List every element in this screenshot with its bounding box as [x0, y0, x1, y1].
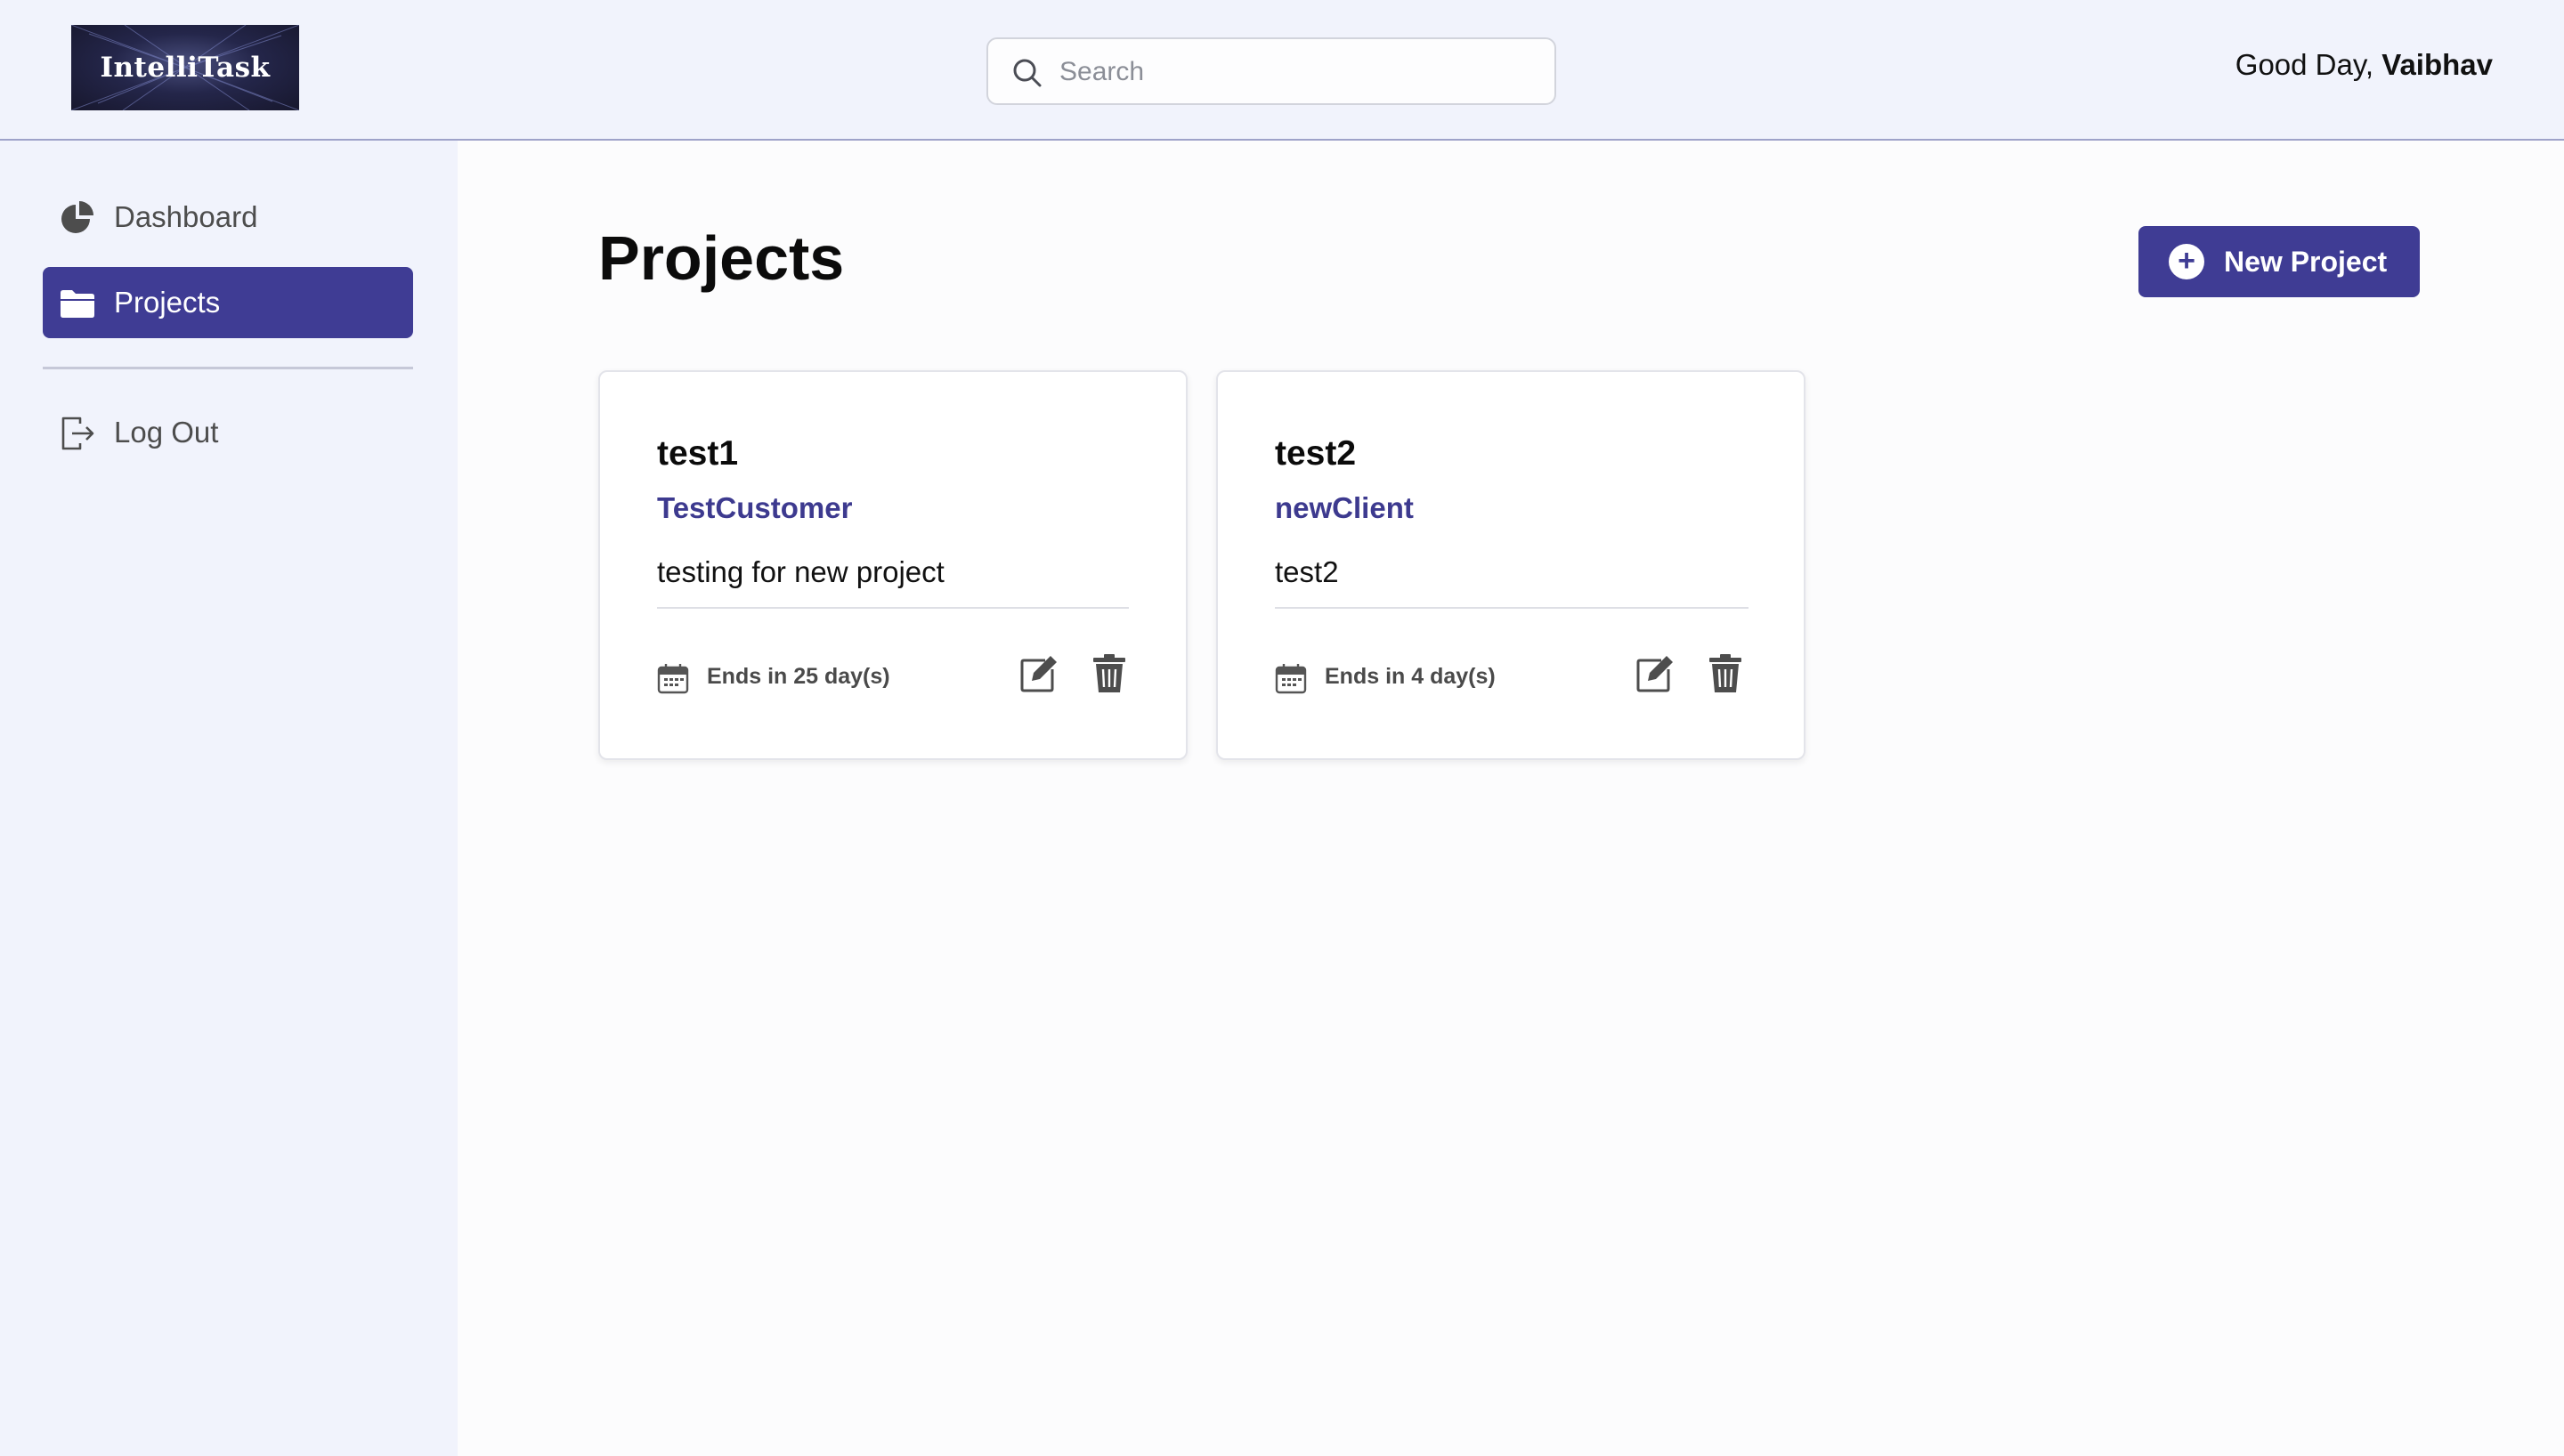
logout-icon — [61, 417, 94, 450]
new-project-label: New Project — [2224, 246, 2388, 278]
card-divider — [657, 607, 1129, 609]
search-icon — [1013, 59, 1042, 87]
greeting-prefix: Good Day, — [2235, 48, 2374, 81]
sidebar-divider — [43, 367, 413, 369]
search-input[interactable] — [1059, 52, 1540, 93]
pie-chart-icon — [61, 201, 93, 233]
trash-icon[interactable] — [1091, 653, 1127, 694]
app-logo[interactable]: IntelliTask — [71, 25, 299, 110]
sidebar-item-logout[interactable]: Log Out — [43, 397, 413, 468]
logo-text: IntelliTask — [100, 52, 271, 84]
edit-icon[interactable] — [1018, 653, 1059, 694]
card-divider — [1275, 607, 1749, 609]
page-title: Projects — [598, 223, 845, 293]
sidebar-item-projects[interactable]: Projects — [43, 267, 413, 338]
trash-icon[interactable] — [1708, 653, 1743, 694]
project-card[interactable]: test1 TestCustomer testing for new proje… — [598, 370, 1188, 760]
new-project-button[interactable]: + New Project — [2138, 226, 2420, 297]
plus-circle-icon: + — [2169, 244, 2204, 279]
project-description: testing for new project — [657, 555, 945, 588]
project-deadline: Ends in 4 day(s) — [1325, 664, 1496, 689]
project-name: test2 — [1275, 434, 1357, 473]
user-name: Vaibhav — [2381, 48, 2493, 81]
top-header: IntelliTask Good Day, Vaibhav — [0, 0, 2564, 141]
sidebar-item-dashboard[interactable]: Dashboard — [43, 182, 413, 253]
search-box[interactable] — [986, 37, 1556, 105]
sidebar-item-label: Projects — [114, 286, 221, 319]
project-card[interactable]: test2 newClient test2 Ends in 4 day(s) — [1216, 370, 1805, 760]
project-description: test2 — [1275, 555, 1339, 588]
sidebar-item-label: Log Out — [114, 416, 219, 449]
project-client: TestCustomer — [657, 491, 853, 524]
folder-icon — [61, 290, 94, 318]
sidebar-item-label: Dashboard — [114, 200, 258, 233]
sidebar: Dashboard Projects Log Out — [0, 141, 458, 1456]
user-greeting: Good Day, Vaibhav — [2235, 48, 2493, 82]
project-name: test1 — [657, 434, 739, 473]
edit-icon[interactable] — [1635, 653, 1676, 694]
project-deadline: Ends in 25 day(s) — [707, 664, 890, 689]
project-client: newClient — [1275, 491, 1414, 524]
calendar-icon — [657, 664, 689, 694]
calendar-icon — [1275, 664, 1307, 694]
